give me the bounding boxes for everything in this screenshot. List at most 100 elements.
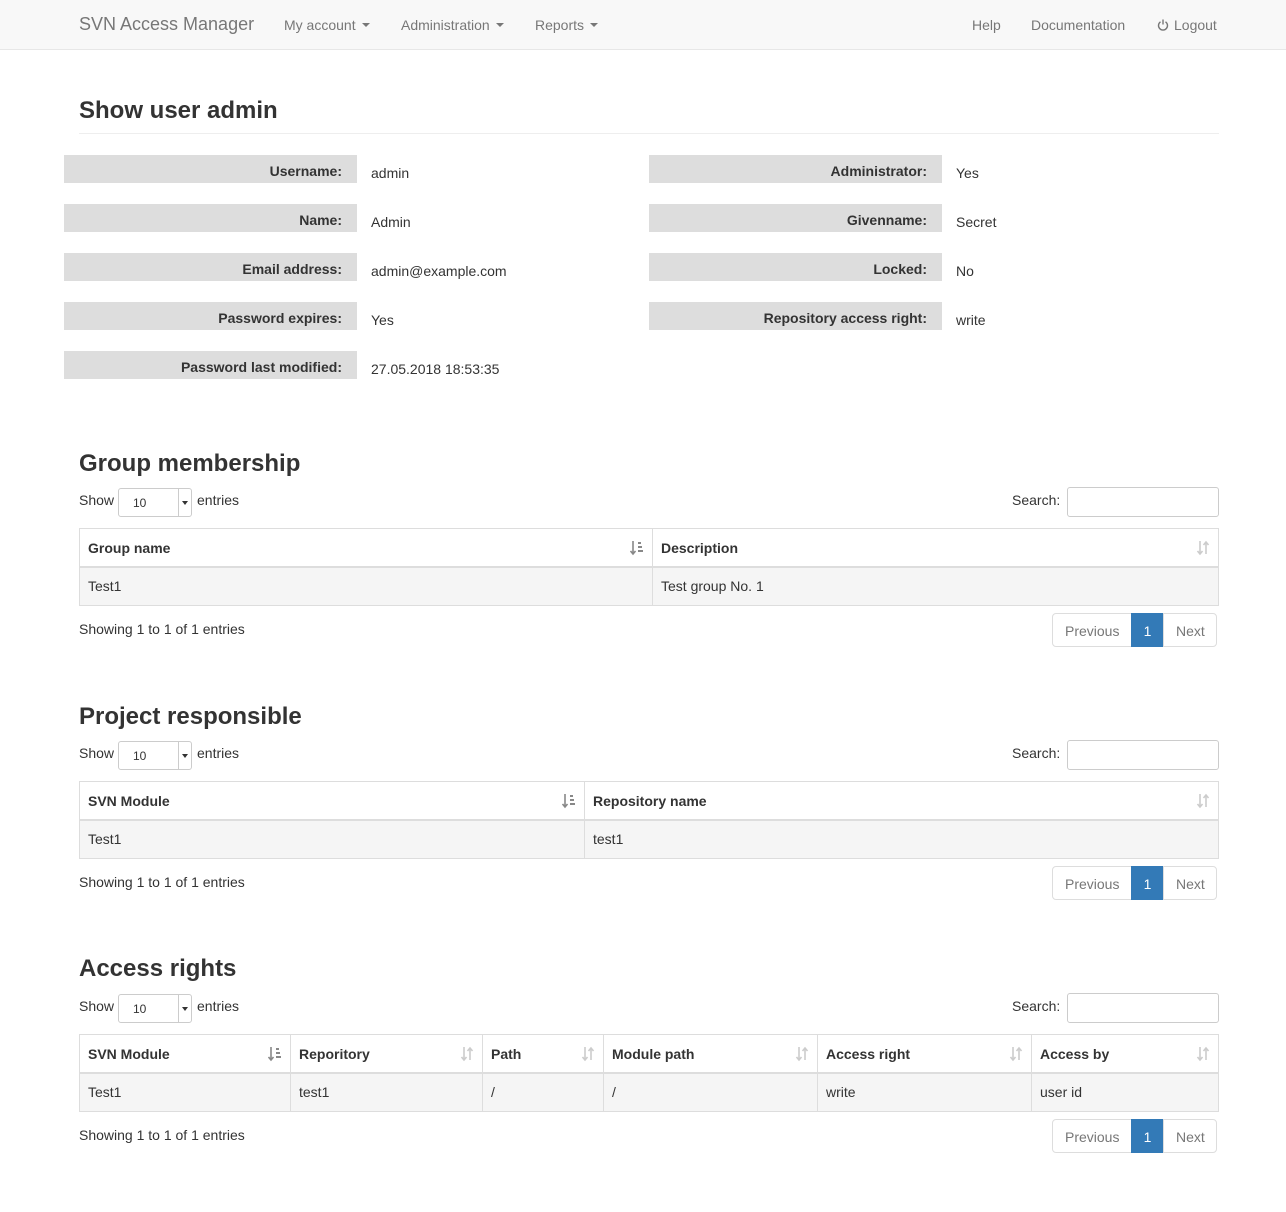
column-header-label: Path	[491, 1046, 522, 1062]
sort-both-icon	[460, 1046, 474, 1062]
column-header-label: Module path	[612, 1046, 695, 1062]
table-cell: /	[483, 1074, 604, 1111]
column-header-repository-name[interactable]: Repository name	[585, 782, 1218, 819]
password-expires-value: Yes	[371, 312, 394, 328]
table-cell: Test group No. 1	[661, 578, 764, 594]
page-length-select[interactable]: 10	[118, 994, 192, 1023]
table-cell: Test1	[80, 1074, 291, 1111]
column-header-module-path[interactable]: Module path	[604, 1035, 818, 1072]
sort-both-icon	[581, 1046, 595, 1062]
page-title: Show user admin	[79, 97, 278, 124]
column-header-repository[interactable]: Reporitory	[291, 1035, 483, 1072]
column-header-svn-module[interactable]: SVN Module	[80, 1035, 291, 1072]
help-link[interactable]: Help	[972, 17, 1001, 33]
locked-label: Locked:	[649, 253, 942, 281]
page-length-select[interactable]: 10	[118, 488, 192, 517]
column-header-description[interactable]: Description	[653, 529, 1218, 566]
column-header-access-right[interactable]: Access right	[818, 1035, 1032, 1072]
previous-button[interactable]: Previous	[1052, 1119, 1132, 1153]
table-row[interactable]: Test1 test1 / / write user id	[80, 1074, 1218, 1111]
access-rights-title: Access rights	[79, 955, 237, 982]
table-info: Showing 1 to 1 of 1 entries	[79, 621, 245, 637]
page-length-value: 10	[133, 496, 147, 510]
table-header-row: SVN Module Reporitory Path Module path A…	[80, 1035, 1218, 1074]
search-input[interactable]	[1067, 740, 1219, 770]
caret-down-icon	[361, 23, 370, 28]
next-button[interactable]: Next	[1163, 1119, 1217, 1153]
column-header-label: SVN Module	[88, 1046, 170, 1062]
previous-button[interactable]: Previous	[1052, 866, 1132, 900]
access-rights-table: SVN Module Reporitory Path Module path A…	[79, 1034, 1219, 1112]
table-cell: test1	[593, 831, 624, 847]
table-info: Showing 1 to 1 of 1 entries	[79, 1127, 245, 1143]
search-input[interactable]	[1067, 487, 1219, 517]
password-expires-label: Password expires:	[64, 302, 357, 330]
table-header-row: SVN Module Repository name	[80, 782, 1218, 821]
column-header-label: Repository name	[593, 793, 707, 809]
table-cell: Test1	[80, 821, 585, 858]
table-info: Showing 1 to 1 of 1 entries	[79, 874, 245, 890]
group-membership-title: Group membership	[79, 450, 301, 477]
column-header-group-name[interactable]: Group name	[80, 529, 653, 566]
project-responsible-table: SVN Module Repository name Test1 test1	[79, 781, 1219, 859]
name-label: Name:	[64, 204, 357, 232]
name-value: Admin	[371, 214, 411, 230]
page-1-button[interactable]: 1	[1131, 866, 1164, 900]
administrator-value: Yes	[956, 165, 979, 181]
next-button[interactable]: Next	[1163, 613, 1217, 647]
page-1-button[interactable]: 1	[1131, 1119, 1164, 1153]
sort-both-icon	[1196, 540, 1210, 556]
show-label: Show	[79, 492, 115, 508]
column-header-label: Access by	[1040, 1046, 1110, 1062]
username-value: admin	[371, 165, 410, 181]
username-label: Username:	[64, 155, 357, 183]
menu-administration-label: Administration	[401, 17, 490, 33]
password-modified-value: 27.05.2018 18:53:35	[371, 361, 500, 377]
entries-label: entries	[197, 492, 240, 508]
search-label: Search:	[1012, 492, 1061, 508]
caret-down-icon	[495, 23, 504, 28]
page-length-value: 10	[133, 749, 147, 763]
show-label: Show	[79, 745, 115, 761]
menu-my-account-label: My account	[284, 17, 356, 33]
search-input[interactable]	[1067, 993, 1219, 1023]
page-length-value: 10	[133, 1002, 147, 1016]
search-label: Search:	[1012, 998, 1061, 1014]
sort-both-icon	[795, 1046, 809, 1062]
locked-value: No	[956, 263, 974, 279]
menu-reports[interactable]: Reports	[535, 17, 599, 33]
chevron-down-icon	[178, 742, 191, 769]
repo-access-right-value: write	[956, 312, 986, 328]
chevron-down-icon	[178, 489, 191, 516]
email-label: Email address:	[64, 253, 357, 281]
documentation-link[interactable]: Documentation	[1031, 17, 1125, 33]
givenname-label: Givenname:	[649, 204, 942, 232]
column-header-label: Group name	[88, 540, 171, 556]
logout-label: Logout	[1174, 17, 1217, 33]
menu-my-account[interactable]: My account	[284, 17, 370, 33]
table-row[interactable]: Test1 test1	[80, 821, 1218, 858]
givenname-value: Secret	[956, 214, 997, 230]
page-1-button[interactable]: 1	[1131, 613, 1164, 647]
column-header-access-by[interactable]: Access by	[1032, 1035, 1218, 1072]
column-header-label: Reporitory	[299, 1046, 370, 1062]
entries-label: entries	[197, 998, 240, 1014]
next-button[interactable]: Next	[1163, 866, 1217, 900]
logout-link[interactable]: Logout	[1157, 17, 1217, 33]
navbar: SVN Access Manager My account Administra…	[0, 0, 1286, 50]
column-header-svn-module[interactable]: SVN Module	[80, 782, 585, 819]
pagination: Previous 1 Next	[1052, 866, 1217, 900]
column-header-label: Access right	[826, 1046, 911, 1062]
table-row[interactable]: Test1 Test group No. 1	[80, 568, 1218, 605]
column-header-label: SVN Module	[88, 793, 170, 809]
brand-link[interactable]: SVN Access Manager	[79, 14, 254, 35]
column-header-path[interactable]: Path	[483, 1035, 604, 1072]
repo-access-right-label: Repository access right:	[649, 302, 942, 330]
previous-button[interactable]: Previous	[1052, 613, 1132, 647]
email-value: admin@example.com	[371, 263, 507, 279]
title-divider	[79, 133, 1219, 134]
column-header-label: Description	[661, 540, 739, 556]
page-length-select[interactable]: 10	[118, 741, 192, 770]
menu-administration[interactable]: Administration	[401, 17, 504, 33]
table-header-row: Group name Description	[80, 529, 1218, 568]
